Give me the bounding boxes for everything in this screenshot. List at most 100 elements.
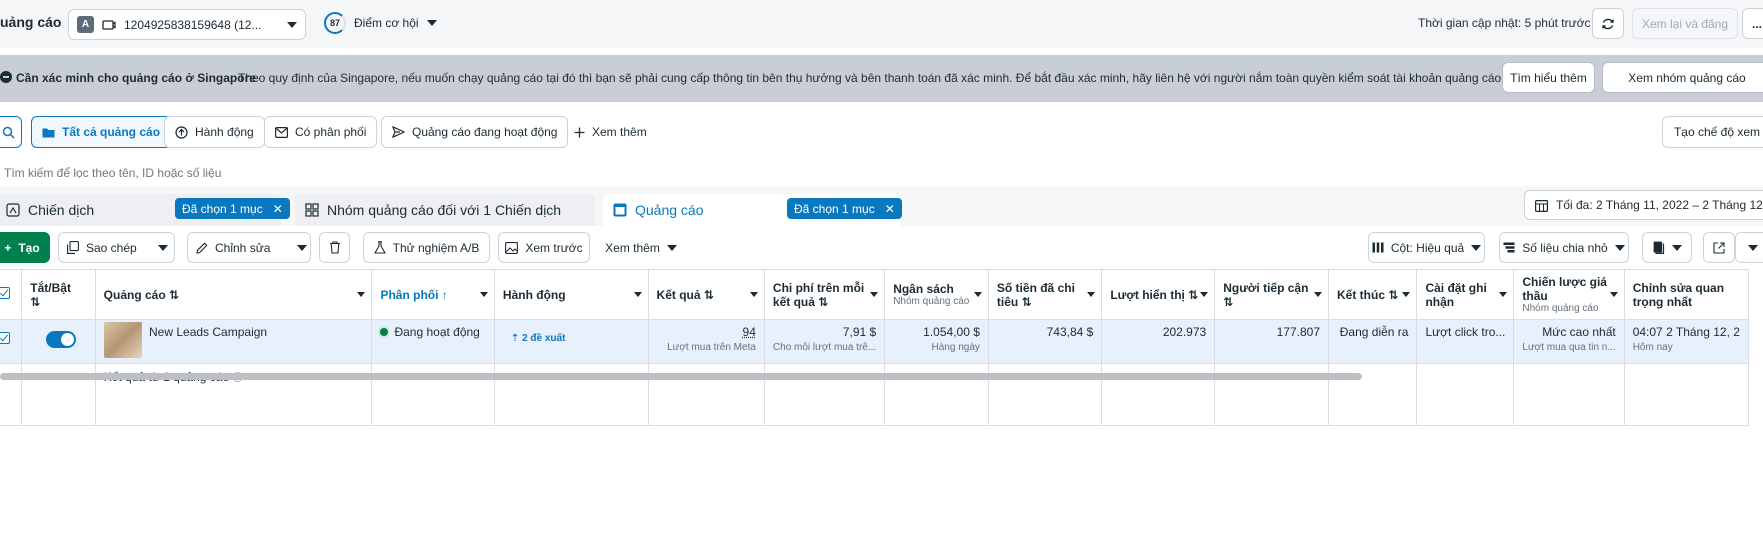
- header-delivery[interactable]: Phân phối ↑: [371, 269, 495, 320]
- chevron-down-icon: [1747, 244, 1758, 251]
- action-toolbar: + Tạo Sao chép Chỉnh sửa Thử nghiệm A/B …: [0, 226, 1763, 268]
- bid-strategy-value: Mức cao nhất: [1542, 325, 1616, 339]
- header-amount-spent[interactable]: Số tiền đã chi tiêu ⇅: [988, 269, 1103, 320]
- chevron-down-icon[interactable]: [973, 292, 982, 297]
- view-adsets-button[interactable]: Xem nhóm quảng cáo: [1602, 62, 1763, 93]
- summary-empty-cell: [1416, 363, 1515, 426]
- ad-name-link[interactable]: New Leads Campaign: [149, 325, 267, 339]
- columns-button-label: Cột: Hiệu quả: [1390, 240, 1465, 255]
- filter-actions[interactable]: Hành động: [164, 116, 265, 148]
- campaigns-selected-chip[interactable]: Đã chọn 1 mục ✕: [175, 198, 290, 219]
- row-select-cell[interactable]: [0, 319, 23, 364]
- tab-adsets[interactable]: Nhóm quảng cáo đối với 1 Chiến dịch: [295, 194, 595, 226]
- sort-icon: ⇅: [703, 287, 714, 302]
- preview-button[interactable]: Xem trước: [498, 232, 590, 263]
- edit-button[interactable]: Chỉnh sửa: [187, 232, 311, 263]
- row-ends-cell: Đang diễn ra: [1328, 319, 1418, 364]
- header-last-edit-label: Chỉnh sửa quan trọng nhất: [1632, 280, 1725, 309]
- table-row[interactable]: New Leads Campaign Đang hoạt động ⇡ 2 đề…: [0, 319, 1750, 364]
- header-bid-strategy-label: Chiến lược giá thầu: [1522, 275, 1607, 303]
- chevron-down-icon[interactable]: [633, 292, 642, 297]
- chevron-down-icon[interactable]: [479, 292, 488, 297]
- filter-see-more[interactable]: Xem thêm: [564, 116, 657, 148]
- account-selector[interactable]: A 1204925838159648 (12...: [68, 9, 306, 40]
- amount-spent-value: 743,84 $: [1046, 325, 1094, 339]
- delete-button[interactable]: [319, 232, 350, 263]
- filter-all-ads[interactable]: Tất cả quảng cáo: [31, 116, 172, 148]
- chevron-down-icon[interactable]: [357, 292, 366, 297]
- close-icon[interactable]: ✕: [885, 202, 895, 216]
- toolbar-see-more-button[interactable]: Xem thêm: [600, 232, 682, 263]
- row-actions-cell[interactable]: ⇡ 2 đề xuất: [494, 319, 649, 364]
- row-checkbox[interactable]: [0, 332, 10, 344]
- header-budget-sub: Nhóm quảng cáo: [893, 296, 970, 307]
- header-ends[interactable]: Kết thúc ⇅: [1328, 269, 1418, 320]
- header-cost-per-result[interactable]: Chi phí trên mỗi kết quả ⇅: [764, 269, 886, 320]
- header-budget[interactable]: Ngân sách Nhóm quảng cáo: [884, 269, 989, 320]
- header-ad[interactable]: Quảng cáo ⇅: [95, 269, 373, 320]
- header-last-edit[interactable]: Chỉnh sửa quan trọng nhất: [1624, 269, 1750, 320]
- learn-more-button[interactable]: Tìm hiểu thêm: [1502, 62, 1595, 93]
- reports-button[interactable]: [1642, 232, 1692, 263]
- more-options-button[interactable]: ...: [1742, 8, 1763, 39]
- budget-value: 1.054,00 $: [923, 325, 980, 339]
- header-reach[interactable]: Người tiếp cận ⇅: [1214, 269, 1330, 320]
- tab-ads-label: Quảng cáo: [635, 202, 704, 218]
- breakdown-button[interactable]: Số liệu chia nhỏ: [1499, 232, 1629, 263]
- filter-active-ads[interactable]: Quảng cáo đang hoạt động: [381, 116, 569, 148]
- date-range-picker[interactable]: Tối đa: 2 Tháng 11, 2022 – 2 Tháng 12, 2…: [1524, 190, 1763, 220]
- duplicate-button[interactable]: Sao chép: [58, 232, 175, 263]
- impressions-value: 202.973: [1162, 325, 1207, 339]
- last-edit-value: 04:07 2 Tháng 12, 2: [1632, 325, 1740, 339]
- ab-test-button[interactable]: Thử nghiệm A/B: [363, 232, 490, 263]
- chevron-down-icon[interactable]: [1200, 292, 1209, 297]
- header-bid-strategy[interactable]: Chiến lược giá thầu Nhóm quảng cáo: [1513, 269, 1625, 320]
- review-and-publish-button[interactable]: Xem lại và đăng: [1632, 8, 1738, 39]
- refresh-button[interactable]: [1592, 8, 1624, 39]
- columns-button[interactable]: Cột: Hiệu quả: [1368, 232, 1485, 263]
- chevron-down-icon[interactable]: [1314, 292, 1323, 297]
- row-ad-cell[interactable]: New Leads Campaign: [95, 319, 373, 364]
- chevron-down-icon[interactable]: [870, 292, 879, 297]
- bid-strategy-sub: Lượt mua qua tin n...: [1522, 342, 1616, 353]
- campaign-icon: [6, 203, 20, 217]
- select-all-header[interactable]: [0, 269, 23, 320]
- search-button[interactable]: [0, 116, 22, 148]
- header-attribution[interactable]: Cài đặt ghi nhận: [1416, 269, 1515, 320]
- chevron-down-icon[interactable]: [297, 244, 308, 251]
- header-toggle[interactable]: Tắt/Bật ⇅: [21, 269, 96, 320]
- close-icon[interactable]: ✕: [273, 202, 283, 216]
- filter-has-delivery[interactable]: Có phân phối: [264, 116, 378, 148]
- export-button[interactable]: [1703, 232, 1735, 263]
- table-header-row: Tắt/Bật ⇅ Quảng cáo ⇅ Phân phối ↑ Hành độ…: [0, 269, 1750, 320]
- row-budget-cell[interactable]: 1.054,00 $ Hàng ngày: [884, 319, 989, 364]
- chevron-down-icon[interactable]: [1609, 292, 1618, 297]
- chevron-down-icon[interactable]: [749, 292, 758, 297]
- header-budget-label: Ngân sách: [893, 282, 954, 296]
- results-sub: Lượt mua trên Meta: [667, 342, 756, 353]
- opportunity-score-label: Điểm cơ hội: [354, 16, 419, 30]
- chevron-down-icon[interactable]: [157, 244, 168, 251]
- header-results[interactable]: Kết quả ⇅: [648, 269, 765, 320]
- chevron-down-icon[interactable]: [1087, 292, 1096, 297]
- horizontal-scrollbar[interactable]: [0, 373, 1362, 380]
- search-input[interactable]: [0, 162, 600, 184]
- row-toggle-cell[interactable]: [21, 319, 96, 364]
- select-all-checkbox[interactable]: [0, 287, 10, 299]
- chevron-down-icon[interactable]: [1402, 292, 1411, 297]
- ads-selected-chip[interactable]: Đã chọn 1 mục ✕: [787, 198, 902, 219]
- chevron-down-icon: [666, 244, 677, 251]
- row-bid-strategy-cell[interactable]: Mức cao nhất Lượt mua qua tin n...: [1513, 319, 1625, 364]
- calendar-icon: [1535, 199, 1548, 212]
- export-dropdown-button[interactable]: [1735, 232, 1763, 263]
- create-view-button[interactable]: Tạo chế độ xem: [1662, 116, 1763, 148]
- header-impressions[interactable]: Lượt hiển thị ⇅: [1101, 269, 1216, 320]
- chevron-down-icon[interactable]: [1499, 292, 1508, 297]
- create-button[interactable]: + Tạo: [0, 232, 50, 263]
- ad-icon: [613, 203, 627, 217]
- date-range-label: Tối đa: 2 Tháng 11, 2022 – 2 Tháng 12, 2…: [1556, 198, 1763, 212]
- header-actions[interactable]: Hành động: [494, 269, 649, 320]
- recommendations-link[interactable]: ⇡ 2 đề xuất: [511, 333, 566, 344]
- ad-status-toggle[interactable]: [46, 331, 77, 348]
- opportunity-score[interactable]: 87 Điểm cơ hội: [324, 12, 437, 34]
